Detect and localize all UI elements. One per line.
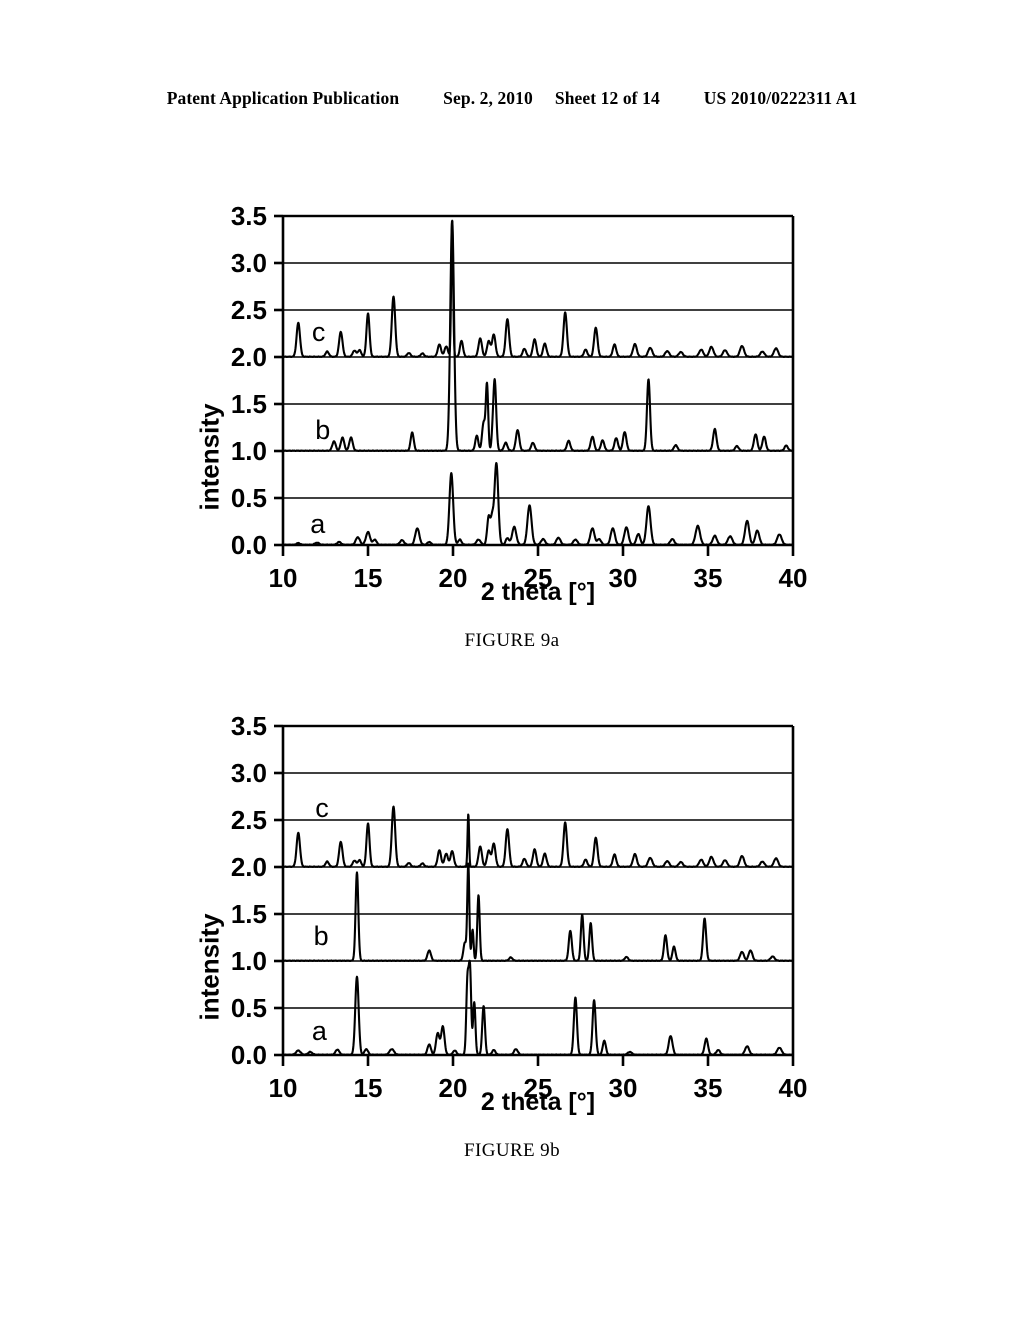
x-axis-title-9a: 2 theta [°] [480, 578, 596, 606]
y-tick-label: 3.0 [231, 758, 267, 788]
chart-9a: intensity 0.0 0.5 1.0 1.5 2.0 2.5 3.0 3.5 10 15 20… [0, 190, 1024, 610]
xrd-plot-9b: 0.00.51.01.52.02.53.03.510 15 20 25 30 35 40ab… [231, 711, 808, 1103]
chart-9b: intensity 0.0 0.5 1.0 1.5 2.0 2.5 3.0 3.5 10 15 20… [0, 700, 1024, 1120]
x-axis-title-9b: 2 theta [°] [480, 1088, 596, 1116]
y-tick-label: 1.0 [231, 946, 267, 976]
y-tick-label: 2.5 [231, 295, 267, 325]
trace-label-c: c [315, 793, 329, 823]
figure-9b: intensity 0.0 0.5 1.0 1.5 2.0 2.5 3.0 3.5 10 15 20… [0, 700, 1024, 1161]
trace-label-a: a [310, 509, 326, 539]
figure-caption-9a: FIGURE 9a [464, 630, 560, 651]
y-tick-label: 3.5 [231, 201, 267, 231]
trace-c [281, 220, 795, 359]
y-tick-label: 2.0 [231, 852, 267, 882]
header-date-text: Sep. 2, 2010 [443, 88, 533, 108]
trace-b [281, 862, 795, 963]
xrd-plot-9a: 0.00.51.01.52.02.53.03.510 15 20 25 30 35 40ab… [231, 201, 808, 593]
y-tick-label: 3.0 [231, 248, 267, 278]
y-tick-label: 0.0 [231, 530, 267, 560]
trace-c [281, 805, 795, 869]
y-tick-label: 1.5 [231, 389, 267, 419]
trace-label-a: a [312, 1016, 328, 1046]
y-axis-title-9a: intensity [194, 403, 225, 511]
y-tick-label: 0.5 [231, 993, 267, 1023]
y-tick-label: 0.5 [231, 483, 267, 513]
y-tick-label: 2.5 [231, 805, 267, 835]
y-tick-label: 3.5 [231, 711, 267, 741]
trace-label-b: b [314, 921, 329, 951]
trace-b [281, 219, 795, 453]
y-tick-label: 0.0 [231, 1040, 267, 1070]
y-tick-label: 2.0 [231, 342, 267, 372]
header-sheet-text: Sheet 12 of 14 [554, 88, 660, 108]
header-publication-text: Patent Application Publication [166, 88, 400, 108]
y-axis-title-9b: intensity [194, 913, 225, 1021]
y-tick-label: 1.0 [231, 436, 267, 466]
page-header: Patent Application Publication Sep. 2, 2… [0, 88, 1024, 109]
header-patent-number: US 2010/0222311 A1 [703, 88, 858, 108]
trace-a [281, 462, 795, 547]
y-tick-label: 1.5 [231, 899, 267, 929]
trace-label-b: b [315, 415, 330, 445]
trace-label-c: c [312, 317, 326, 347]
figure-9a: intensity 0.0 0.5 1.0 1.5 2.0 2.5 3.0 3.5 10 15 20… [0, 190, 1024, 651]
figure-caption-9b: FIGURE 9b [464, 1140, 560, 1161]
